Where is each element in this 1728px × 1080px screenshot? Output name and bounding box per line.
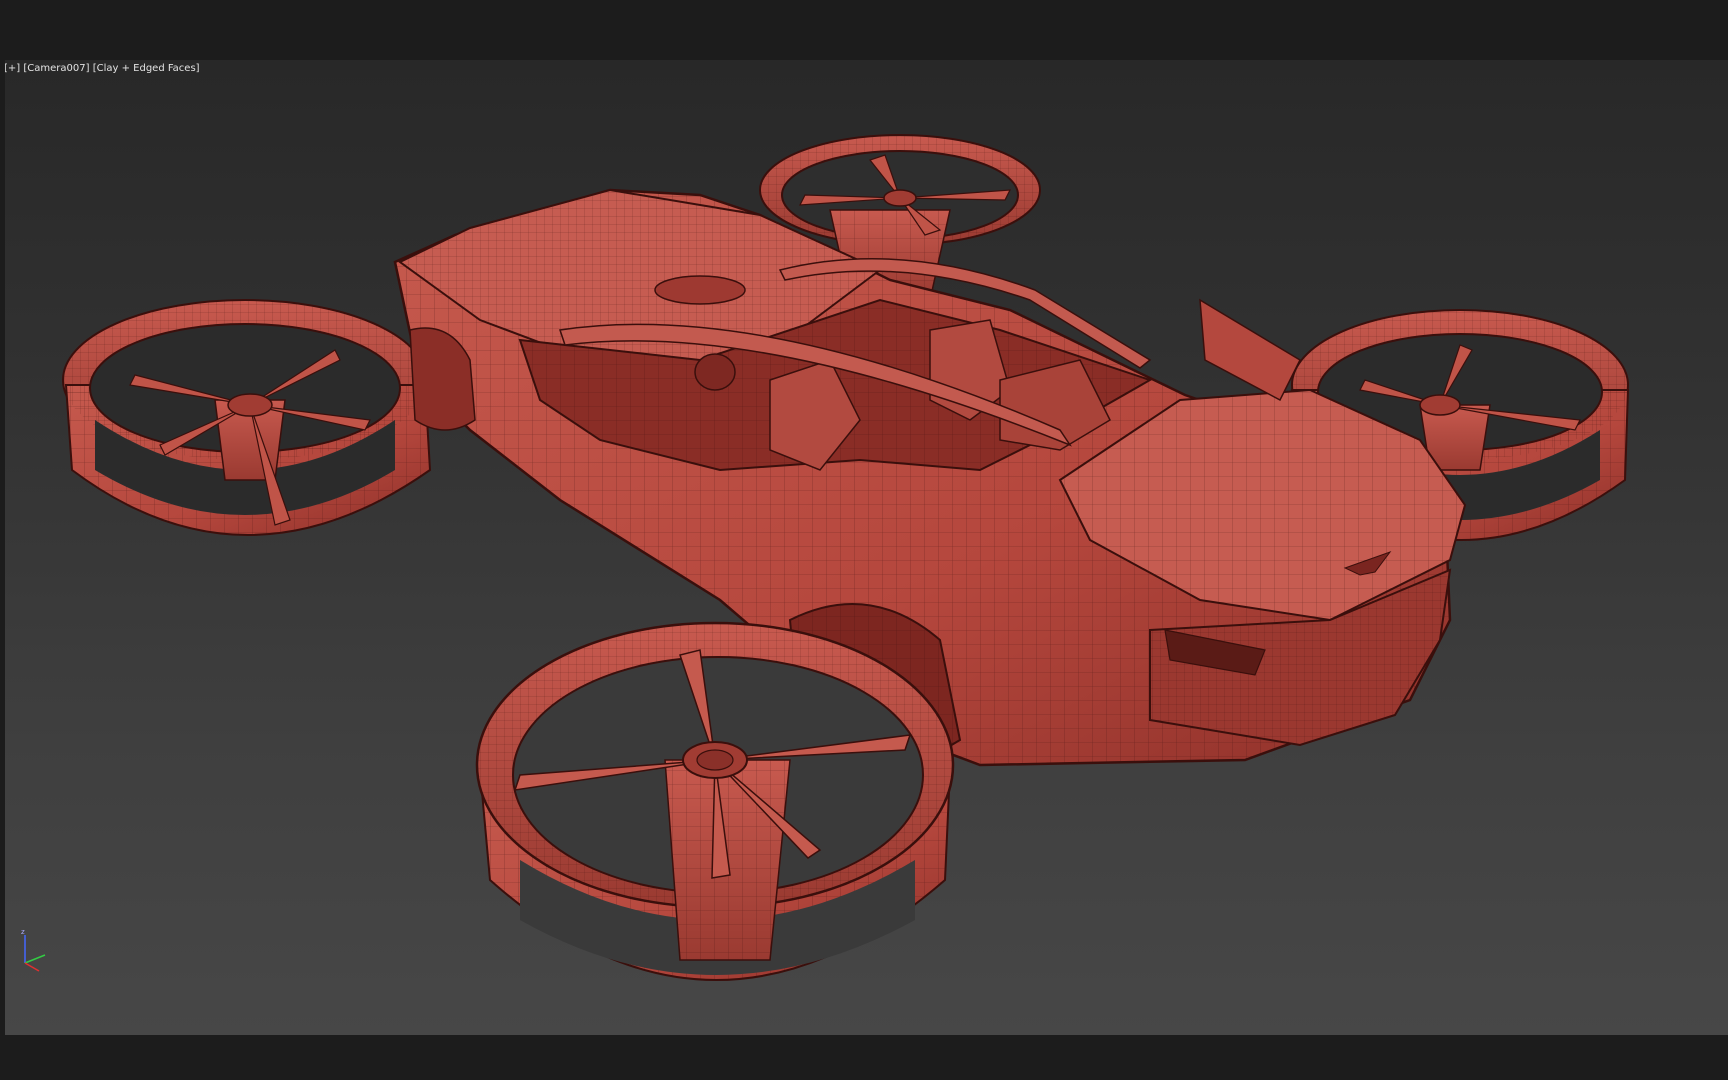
viewport-menu-button[interactable]: [+] [5,63,20,74]
viewport-shading-button[interactable]: [Clay + Edged Faces] [93,63,200,74]
fan-rear-left [62,299,432,536]
axis-z-label: z [21,928,25,936]
top-frame-bar [0,0,1728,60]
viewport-label: [+] [Camera007] [Clay + Edged Faces] [5,63,200,74]
perspective-viewport[interactable]: [+] [Camera007] [Clay + Edged Faces] [5,60,1728,1035]
bottom-frame-bar [0,1035,1728,1080]
fan-front-left [475,621,955,981]
viewport-camera-button[interactable]: [Camera007] [23,63,89,74]
model-render [62,134,1630,981]
axis-tripod-icon: z [21,928,46,972]
